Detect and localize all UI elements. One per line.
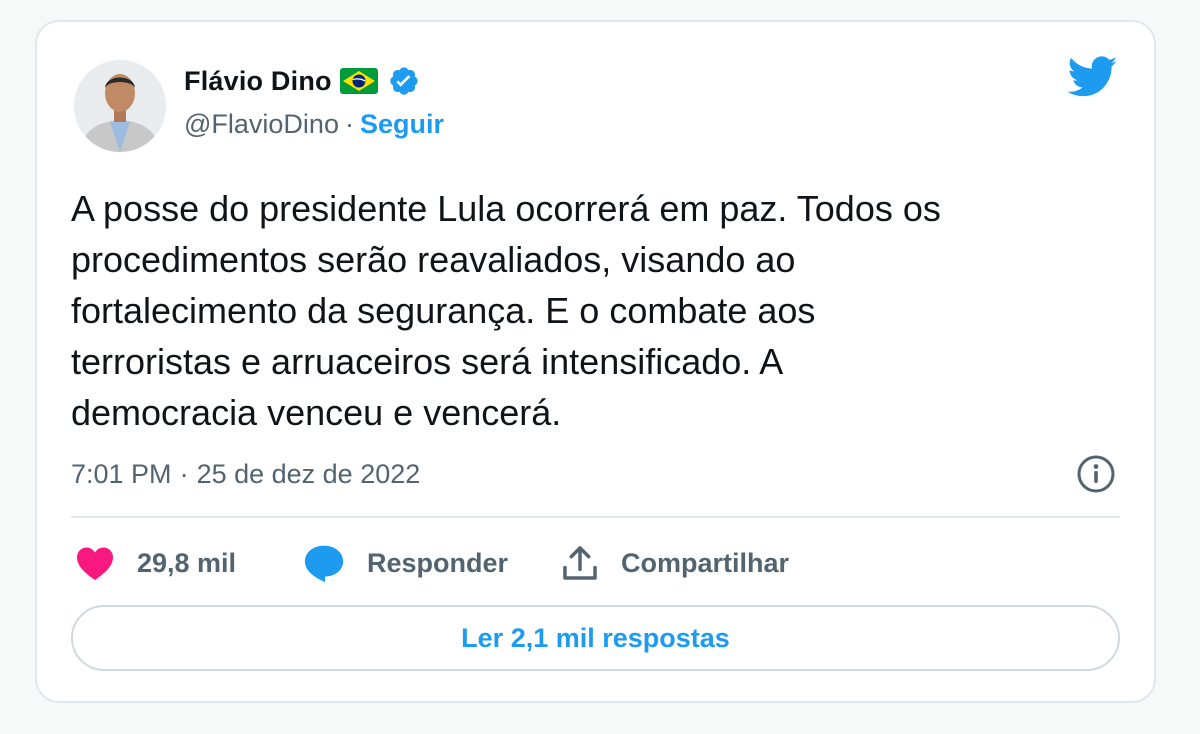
tweet-text: A posse do presidente Lula ocorrerá em p… bbox=[71, 188, 941, 433]
info-icon[interactable] bbox=[1076, 454, 1116, 494]
tweet-timestamp[interactable]: 7:01 PM · 25 de dez de 2022 bbox=[71, 454, 420, 494]
avatar[interactable] bbox=[74, 60, 166, 152]
read-replies-label: Ler 2,1 mil respostas bbox=[461, 622, 730, 653]
handle-separator: · bbox=[344, 108, 354, 139]
avatar-image bbox=[74, 60, 166, 152]
share-upload-icon bbox=[563, 546, 597, 580]
speech-bubble-icon bbox=[304, 545, 344, 583]
share-button[interactable]: Compartilhar bbox=[561, 540, 789, 586]
divider bbox=[71, 516, 1120, 518]
brazil-flag-icon bbox=[339, 68, 378, 94]
reply-label: Responder bbox=[367, 547, 509, 578]
author-handle-row: @FlavioDino · Seguir bbox=[184, 106, 444, 142]
twitter-bird-icon[interactable] bbox=[1067, 55, 1118, 99]
share-label: Compartilhar bbox=[621, 547, 790, 578]
author-name-row: Flávio Dino bbox=[184, 63, 420, 99]
tweet-card: Flávio Dino @FlavioDino · Seguir A posse… bbox=[35, 20, 1156, 703]
reply-button[interactable]: Responder bbox=[303, 540, 508, 586]
read-replies-button[interactable]: Ler 2,1 mil respostas bbox=[71, 605, 1120, 671]
tweet-date[interactable]: 25 de dez de 2022 bbox=[197, 459, 421, 490]
verified-badge-icon bbox=[388, 65, 420, 97]
author-name[interactable]: Flávio Dino bbox=[184, 66, 332, 97]
author-handle[interactable]: @FlavioDino bbox=[184, 109, 339, 140]
like-button[interactable]: 29,8 mil bbox=[75, 540, 236, 586]
heart-icon bbox=[77, 547, 113, 581]
timestamp-separator: · bbox=[179, 458, 189, 489]
follow-button[interactable]: Seguir bbox=[360, 109, 444, 140]
tweet-time[interactable]: 7:01 PM bbox=[71, 459, 172, 490]
like-count: 29,8 mil bbox=[137, 547, 237, 578]
